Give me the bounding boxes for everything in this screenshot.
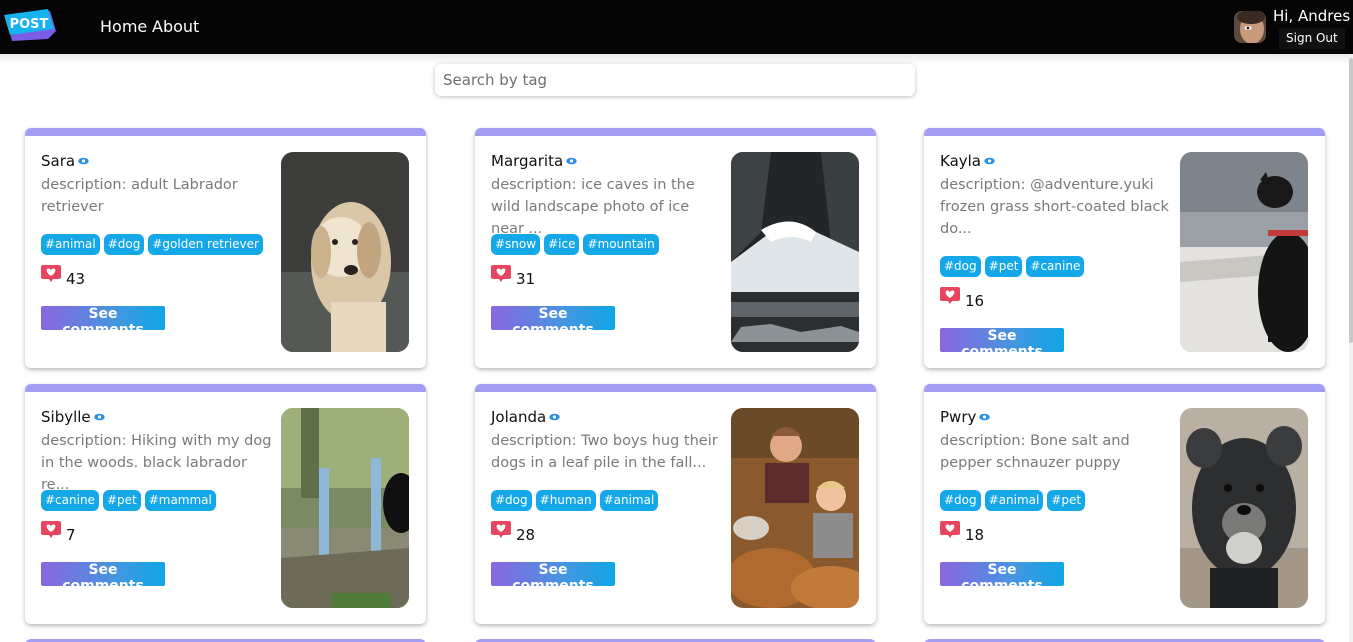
post-author-name: Sibylle — [41, 408, 91, 426]
heart-icon[interactable] — [940, 287, 960, 309]
like-count: 7 — [66, 526, 76, 544]
post-card: Sara description: adult Labrador retriev… — [25, 128, 426, 368]
like-count: 43 — [66, 270, 86, 288]
post-tags: #dog #animal #pet — [940, 490, 1086, 511]
post-author-name: Margarita — [491, 152, 564, 170]
post-photo[interactable] — [1180, 152, 1308, 352]
tag-badge[interactable]: #dog — [491, 490, 532, 511]
eye-icon[interactable] — [93, 407, 105, 425]
post-tags: #dog #human #animal — [491, 490, 659, 511]
scrollbar-thumb[interactable] — [1349, 58, 1353, 343]
post-likes: 18 — [940, 520, 984, 544]
heart-icon[interactable] — [491, 265, 511, 287]
post-photo[interactable] — [281, 152, 409, 352]
like-count: 31 — [516, 270, 536, 288]
tag-badge[interactable]: #animal — [41, 234, 100, 255]
post-author-name: Kayla — [940, 152, 982, 170]
post-photo[interactable] — [731, 408, 859, 608]
see-comments-button[interactable]: See comments — [41, 562, 165, 594]
tag-badge[interactable]: #dog — [940, 490, 981, 511]
user-greeting: Hi, Andres — [1273, 7, 1351, 25]
tag-badge[interactable]: #mammal — [144, 490, 216, 511]
post-tags: #snow #ice #mountain — [491, 234, 659, 255]
post-card: Kayla description: @adventure.yuki froze… — [924, 128, 1325, 368]
see-comments-button[interactable]: See comments — [940, 562, 1064, 594]
logo-text: POST — [10, 17, 49, 32]
tag-badge[interactable]: #pet — [1047, 490, 1086, 511]
tag-badge[interactable]: #snow — [491, 234, 541, 255]
eye-icon[interactable] — [78, 151, 89, 169]
user-avatar[interactable] — [1234, 11, 1266, 43]
tag-badge[interactable]: #mountain — [583, 234, 659, 255]
heart-icon[interactable] — [41, 521, 61, 543]
sign-out-button[interactable]: Sign Out — [1279, 28, 1345, 49]
see-comments-button[interactable]: See comments — [491, 306, 615, 338]
post-photo[interactable] — [281, 408, 409, 608]
tag-badge[interactable]: #ice — [544, 234, 580, 255]
post-likes: 16 — [940, 286, 984, 310]
tag-badge[interactable]: #pet — [102, 490, 141, 511]
nav-about-link[interactable]: About — [152, 17, 199, 36]
tag-badge[interactable]: #canine — [41, 490, 99, 511]
heart-icon[interactable] — [491, 521, 511, 543]
post-author: Kayla — [940, 152, 995, 170]
post-logo[interactable]: POST — [4, 9, 58, 43]
tag-badge[interactable]: #canine — [1026, 256, 1085, 277]
post-author-name: Jolanda — [491, 408, 547, 426]
post-tags: #canine #pet #mammal — [41, 490, 216, 511]
header-shadow — [0, 54, 1349, 64]
post-card: Sibylle description: Hiking with my dog … — [25, 384, 426, 624]
post-description: description: @adventure.yuki frozen gras… — [940, 177, 1169, 237]
post-description: description: adult Labrador retriever — [41, 177, 238, 215]
post-description: description: Bone salt and pepper schnau… — [940, 433, 1130, 471]
eye-icon[interactable] — [979, 407, 991, 425]
like-count: 28 — [516, 526, 536, 544]
tag-badge[interactable]: #golden retriever — [148, 234, 263, 255]
heart-icon[interactable] — [41, 265, 61, 287]
like-count: 16 — [965, 292, 985, 310]
see-comments-button[interactable]: See comments — [940, 328, 1064, 360]
post-description: description: Hiking with my dog in the w… — [41, 433, 272, 493]
post-author-name: Sara — [41, 152, 76, 170]
nav-home-link[interactable]: Home — [100, 17, 147, 36]
tag-badge[interactable]: #animal — [599, 490, 659, 511]
post-card: Jolanda description: Two boys hug their … — [475, 384, 876, 624]
post-likes: 31 — [491, 264, 535, 288]
post-author: Pwry — [940, 407, 991, 426]
post-description: description: ice caves in the wild lands… — [491, 177, 695, 237]
post-description: description: Two boys hug their dogs in … — [491, 433, 718, 471]
post-author: Sibylle — [41, 408, 105, 426]
eye-icon[interactable] — [984, 151, 995, 169]
post-photo[interactable] — [1180, 408, 1308, 608]
like-count: 18 — [965, 526, 985, 544]
eye-icon[interactable] — [566, 151, 577, 169]
see-comments-button[interactable]: See comments — [41, 306, 165, 338]
heart-icon[interactable] — [940, 521, 960, 543]
tag-badge[interactable]: #dog — [103, 234, 145, 255]
post-author: Sara — [41, 152, 89, 170]
top-navbar: POST Home About Hi, Andres Sign Out — [0, 0, 1353, 54]
post-author-name: Pwry — [940, 408, 977, 426]
post-likes: 7 — [41, 520, 76, 544]
tag-badge[interactable]: #pet — [984, 256, 1023, 277]
post-likes: 43 — [41, 264, 85, 288]
post-card: Margarita description: ice caves in the … — [475, 128, 876, 368]
see-comments-button[interactable]: See comments — [491, 562, 615, 594]
tag-badge[interactable]: #dog — [940, 256, 981, 277]
tag-badge[interactable]: #human — [535, 490, 596, 511]
search-by-tag-input[interactable] — [435, 64, 915, 96]
post-card: Pwry description: Bone salt and pepper s… — [924, 384, 1325, 624]
post-tags: #dog #pet #canine — [940, 256, 1085, 277]
eye-icon[interactable] — [549, 407, 560, 425]
post-author: Margarita — [491, 152, 577, 170]
post-author: Jolanda — [491, 408, 560, 426]
post-tags: #animal #dog #golden retriever — [41, 234, 263, 255]
tag-badge[interactable]: #animal — [984, 490, 1044, 511]
post-likes: 28 — [491, 520, 535, 544]
post-photo[interactable] — [731, 152, 859, 352]
